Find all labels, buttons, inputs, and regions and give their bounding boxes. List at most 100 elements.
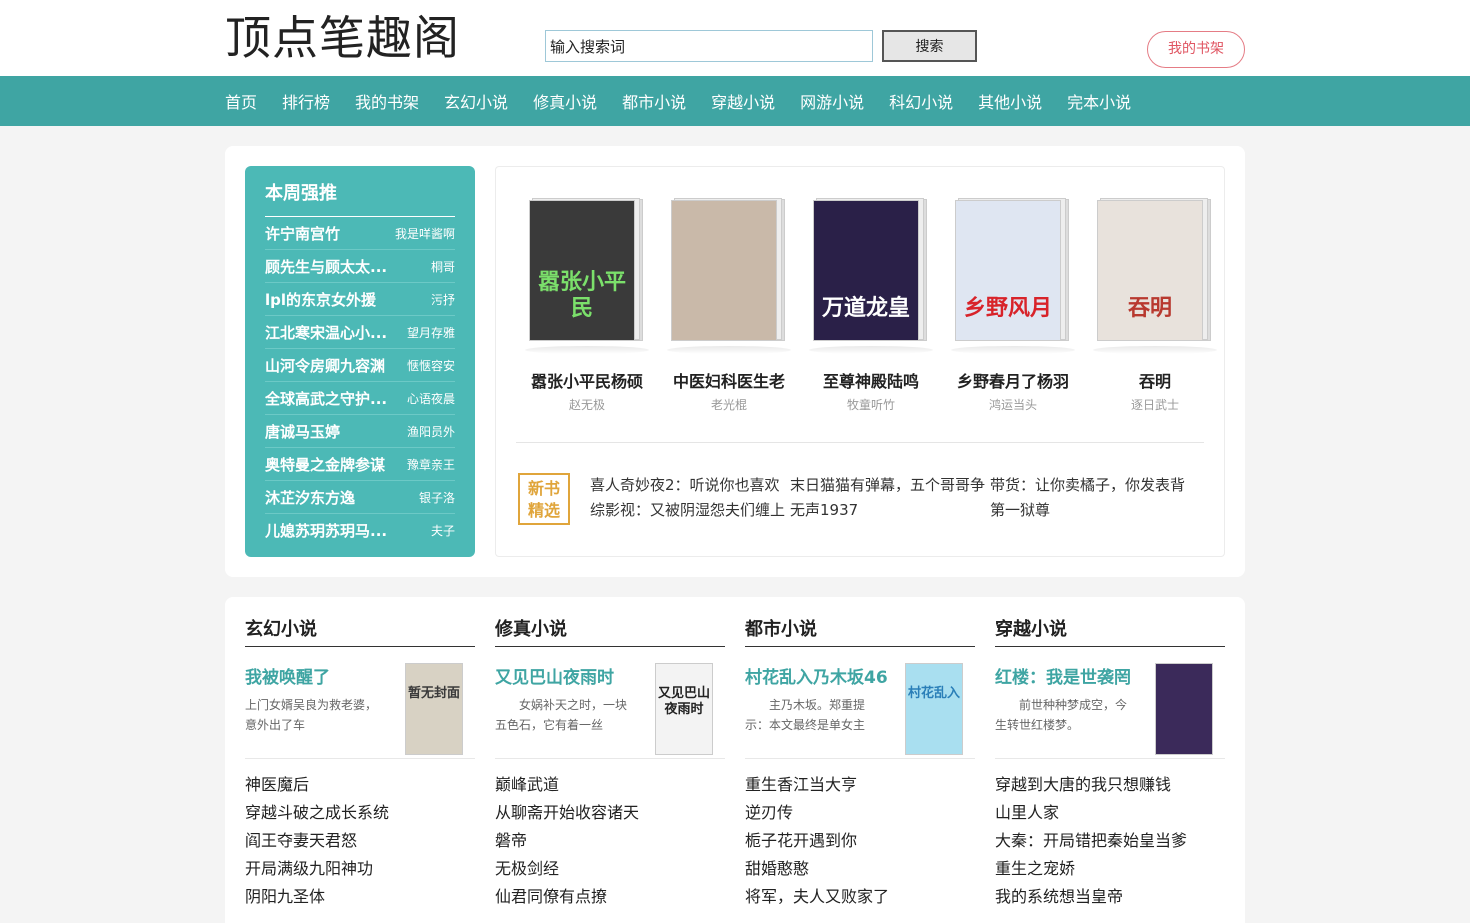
book-cover[interactable]: 吞明: [1097, 200, 1203, 341]
category-book-link[interactable]: 重生之宠娇: [995, 855, 1225, 883]
nav-item-5[interactable]: 都市小说: [622, 89, 686, 113]
weekly-item-title[interactable]: 顾先生与顾太太...: [265, 256, 387, 277]
category-book-link[interactable]: 山里人家: [995, 799, 1225, 827]
book-cover-frame[interactable]: 万道龙皇: [813, 197, 929, 342]
new-book-link[interactable]: 综影视：又被阴湿怨夫们缠上: [590, 498, 790, 523]
weekly-item[interactable]: 唐诚马玉婷 渔阳员外: [265, 415, 455, 448]
new-books-badge: 新书 精选: [518, 473, 570, 525]
category-top-book-title[interactable]: 我被唤醒了: [245, 663, 330, 688]
weekly-item[interactable]: 全球高武之守护... 心语夜晨: [265, 382, 455, 415]
featured-book[interactable]: 中医妇科医生老 老光棍: [658, 197, 800, 413]
new-book-link[interactable]: 无声1937: [790, 498, 990, 523]
search-bar: 搜索: [545, 30, 977, 62]
book-title[interactable]: 嚣张小平民杨硕: [516, 368, 658, 392]
weekly-item[interactable]: 奥特曼之金牌参谋 豫章亲王: [265, 448, 455, 481]
nav-item-7[interactable]: 网游小说: [800, 89, 864, 113]
book-cover[interactable]: 嚣张小平民: [529, 200, 635, 341]
site-logo[interactable]: 顶点笔趣阁: [225, 10, 460, 66]
weekly-item[interactable]: 沐芷汐东方逸 银子洛: [265, 481, 455, 514]
nav-item-10[interactable]: 完本小说: [1067, 89, 1131, 113]
book-cover-frame[interactable]: 嚣张小平民: [529, 197, 645, 342]
featured-book[interactable]: 吞明 吞明 逐日武士: [1084, 197, 1226, 413]
category-book-link[interactable]: 神医魔后: [245, 771, 475, 799]
category-top-book-cover[interactable]: 村花乱入: [905, 663, 963, 755]
weekly-item-title[interactable]: 儿媳苏玥苏玥马...: [265, 520, 387, 541]
category-book-link[interactable]: 巅峰武道: [495, 771, 725, 799]
category-book-link[interactable]: 我的系统想当皇帝: [995, 883, 1225, 911]
book-cover[interactable]: [671, 200, 777, 341]
nav-item-9[interactable]: 其他小说: [978, 89, 1042, 113]
category-book-link[interactable]: 磐帝: [495, 827, 725, 855]
category-top-book-title[interactable]: 又见巴山夜雨时: [495, 663, 614, 688]
weekly-item-title[interactable]: 江北寒宋温心小...: [265, 322, 387, 343]
new-book-link[interactable]: 喜人奇妙夜2：听说你也喜欢: [590, 473, 790, 498]
book-title[interactable]: 至尊神殿陆鸣: [800, 368, 942, 392]
category-title[interactable]: 玄幻小说: [245, 617, 475, 647]
category-top-book-title[interactable]: 红楼：我是世袭罔: [995, 663, 1131, 688]
search-button[interactable]: 搜索: [882, 30, 977, 62]
nav-item-0[interactable]: 首页: [225, 89, 257, 113]
book-cover[interactable]: 乡野风月: [955, 200, 1061, 341]
category-top-book-title[interactable]: 村花乱入乃木坂46: [745, 663, 888, 688]
weekly-item-title[interactable]: 许宁南宫竹: [265, 223, 340, 244]
weekly-item-title[interactable]: lpl的东京女外援: [265, 289, 376, 310]
featured-book[interactable]: 万道龙皇 至尊神殿陆鸣 牧童听竹: [800, 197, 942, 413]
weekly-item[interactable]: 山河令房卿九容渊 惬惬容安: [265, 349, 455, 382]
weekly-item[interactable]: 江北寒宋温心小... 望月存雅: [265, 316, 455, 349]
weekly-item-title[interactable]: 山河令房卿九容渊: [265, 355, 385, 376]
new-book-link[interactable]: 带货：让你卖橘子，你发表背: [990, 473, 1190, 498]
category-book-link[interactable]: 仙君同僚有点撩: [495, 883, 725, 911]
category-title[interactable]: 修真小说: [495, 617, 725, 647]
category-book-link[interactable]: 阎王夺妻天君怒: [245, 827, 475, 855]
search-input[interactable]: [545, 30, 873, 62]
book-cover-frame[interactable]: 乡野风月: [955, 197, 1071, 342]
nav-item-3[interactable]: 玄幻小说: [444, 89, 508, 113]
weekly-item[interactable]: 许宁南宫竹 我是咩酱啊: [265, 217, 455, 250]
category-book-link[interactable]: 穿越斗破之成长系统: [245, 799, 475, 827]
book-cover-title: 乡野风月: [963, 296, 1052, 321]
weekly-item-title[interactable]: 唐诚马玉婷: [265, 421, 340, 442]
category-top-book-cover[interactable]: [1155, 663, 1213, 755]
book-cover-frame[interactable]: 吞明: [1097, 197, 1213, 342]
category-book-link[interactable]: 开局满级九阳神功: [245, 855, 475, 883]
category-book-link[interactable]: 将军，夫人又败家了: [745, 883, 975, 911]
weekly-item-title[interactable]: 沐芷汐东方逸: [265, 487, 355, 508]
featured-books-panel: 嚣张小平民 嚣张小平民杨硕 赵无极 中医妇科医生老 老光棍 万道龙皇 至尊神殿陆鸣 牧童听竹乡…: [495, 166, 1225, 557]
book-title[interactable]: 吞明: [1084, 368, 1226, 392]
category-book-link[interactable]: 重生香江当大亨: [745, 771, 975, 799]
weekly-item[interactable]: lpl的东京女外援 污抒: [265, 283, 455, 316]
weekly-item-title[interactable]: 全球高武之守护...: [265, 388, 387, 409]
book-title[interactable]: 中医妇科医生老: [658, 368, 800, 392]
category-book-link[interactable]: 阴阳九圣体: [245, 883, 475, 911]
category-book-link[interactable]: 栀子花开遇到你: [745, 827, 975, 855]
weekly-item-author: 银子洛: [418, 490, 455, 505]
category-book-link[interactable]: 逆刃传: [745, 799, 975, 827]
category-title[interactable]: 都市小说: [745, 617, 975, 647]
category-top-book-cover[interactable]: 又见巴山夜雨时: [655, 663, 713, 755]
nav-item-4[interactable]: 修真小说: [533, 89, 597, 113]
book-title[interactable]: 乡野春月了杨羽: [942, 368, 1084, 392]
nav-item-8[interactable]: 科幻小说: [889, 89, 953, 113]
nav-item-6[interactable]: 穿越小说: [711, 89, 775, 113]
weekly-item[interactable]: 顾先生与顾太太... 桐哥: [265, 250, 455, 283]
book-author: 鸿运当头: [988, 398, 1037, 412]
category-book-link[interactable]: 大秦：开局错把秦始皇当爹: [995, 827, 1225, 855]
book-author: 赵无极: [568, 398, 605, 412]
book-cover-frame[interactable]: [671, 197, 787, 342]
category-book-link[interactable]: 甜婚憨憨: [745, 855, 975, 883]
category-title[interactable]: 穿越小说: [995, 617, 1225, 647]
weekly-item-title[interactable]: 奥特曼之金牌参谋: [265, 454, 385, 475]
book-cover[interactable]: 万道龙皇: [813, 200, 919, 341]
nav-item-1[interactable]: 排行榜: [282, 89, 330, 113]
new-book-link[interactable]: 第一狱尊: [990, 498, 1190, 523]
new-book-link[interactable]: 末日猫猫有弹幕，五个哥哥争: [790, 473, 990, 498]
category-book-link[interactable]: 从聊斋开始收容诸天: [495, 799, 725, 827]
category-book-link[interactable]: 穿越到大唐的我只想赚钱: [995, 771, 1225, 799]
category-book-link[interactable]: 无极剑经: [495, 855, 725, 883]
featured-book[interactable]: 嚣张小平民嚣张小平民杨硕赵无极: [516, 197, 658, 413]
category-top-book-cover[interactable]: 暂无封面: [405, 663, 463, 755]
my-bookshelf-button[interactable]: 我的书架: [1147, 31, 1245, 68]
nav-item-2[interactable]: 我的书架: [355, 89, 419, 113]
weekly-item[interactable]: 儿媳苏玥苏玥马... 夫子: [265, 514, 455, 547]
featured-book[interactable]: 乡野风月乡野春月了杨羽鸿运当头: [942, 197, 1084, 413]
